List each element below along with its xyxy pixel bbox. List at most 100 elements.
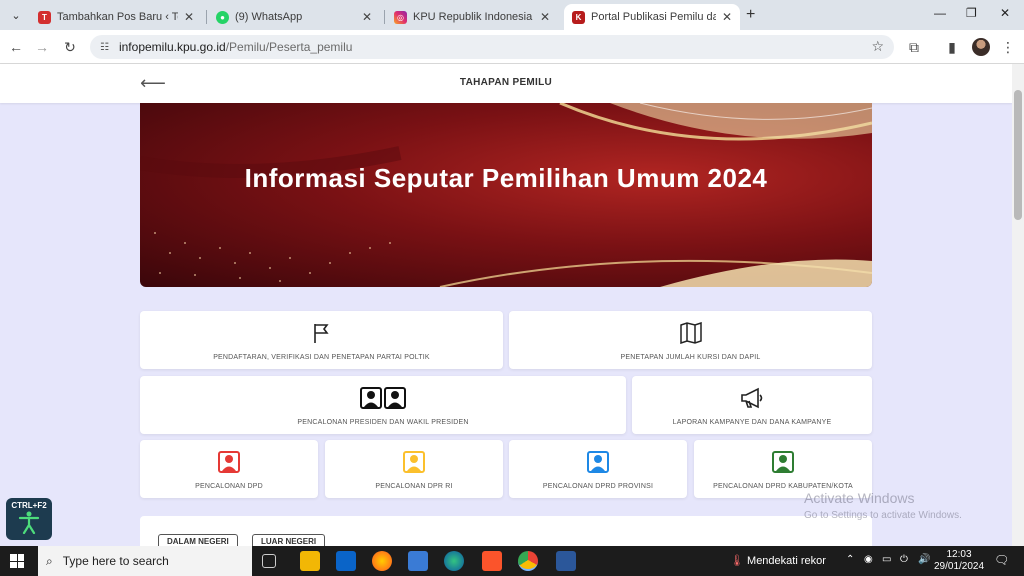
watermark-subtitle: Go to Settings to activate Windows.: [804, 510, 962, 521]
arrow-right-icon: →: [35, 39, 49, 55]
card-label: PENDAFTARAN, VERIFIKASI DAN PENETAPAN PA…: [213, 354, 430, 361]
tab-divider: [206, 10, 207, 24]
banner-title: Informasi Seputar Pemilihan Umum 2024: [244, 163, 768, 193]
new-tab-button[interactable]: +: [746, 6, 755, 24]
browser-tab[interactable]: T Tambahkan Pos Baru ‹ Teropong ✕: [30, 4, 202, 30]
accessibility-shortcut: CTRL+F2: [11, 501, 47, 510]
notifications-icon[interactable]: 🗨: [994, 553, 1009, 567]
card-pencalonan-dpd[interactable]: PENCALONAN DPD: [140, 440, 318, 498]
profile-avatar[interactable]: [972, 38, 990, 56]
firefox-icon[interactable]: [372, 551, 392, 571]
network-icon[interactable]: ◉: [864, 554, 873, 565]
card-pencalonan-dpr-ri[interactable]: PENCALONAN DPR RI: [325, 440, 503, 498]
card-presiden-wapres[interactable]: PENCALONAN PRESIDEN DAN WAKIL PRESIDEN: [140, 376, 626, 434]
card-label: PENCALONAN DPD: [195, 483, 263, 490]
card-label: PENCALONAN DPR RI: [375, 483, 453, 490]
battery-icon[interactable]: ▭: [882, 554, 891, 565]
browser-tab[interactable]: ● (9) WhatsApp ✕: [208, 4, 380, 30]
tab-label: (9) WhatsApp: [235, 11, 303, 23]
chrome-icon[interactable]: [518, 551, 538, 571]
minimize-button[interactable]: —: [934, 6, 946, 20]
bookmark-star-icon[interactable]: ☆: [871, 38, 884, 55]
accessibility-widget[interactable]: CTRL+F2: [6, 498, 52, 540]
restore-button[interactable]: ❐: [966, 6, 977, 20]
restore-icon: ❐: [966, 6, 977, 20]
plus-icon: +: [746, 6, 756, 23]
power-icon[interactable]: ⏻: [900, 554, 908, 565]
page-title: TAHAPAN PEMILU: [459, 77, 553, 88]
extensions-button[interactable]: ⧉: [904, 37, 924, 57]
card-pendaftaran-partai[interactable]: PENDAFTARAN, VERIFIKASI DAN PENETAPAN PA…: [140, 311, 503, 369]
card-label: PENCALONAN PRESIDEN DAN WAKIL PRESIDEN: [297, 419, 469, 426]
page-header: ⟵ TAHAPAN PEMILU: [0, 64, 1012, 103]
page-scrollbar[interactable]: [1012, 64, 1024, 546]
close-icon[interactable]: ✕: [362, 10, 372, 24]
weather-text: Mendekati rekor: [747, 555, 826, 567]
word-icon[interactable]: [556, 551, 576, 571]
address-bar[interactable]: ☷ infopemilu.kpu.go.id /Pemilu/Peserta_p…: [90, 35, 894, 59]
forward-button[interactable]: →: [32, 37, 52, 57]
card-label: PENETAPAN JUMLAH KURSI DAN DAPIL: [620, 354, 761, 361]
window-close-button[interactable]: ✕: [1000, 6, 1010, 20]
search-icon: ⌕: [46, 553, 53, 568]
site-info-icon[interactable]: ☷: [100, 42, 109, 53]
side-panel-icon: ▮: [948, 38, 956, 55]
tab-strip: ⌄ T Tambahkan Pos Baru ‹ Teropong ✕ ● (9…: [0, 0, 1024, 30]
activate-windows-watermark: Activate Windows Go to Settings to activ…: [804, 490, 962, 521]
tab-label: Tambahkan Pos Baru ‹ Teropong: [57, 11, 178, 23]
megaphone-icon: [740, 386, 764, 410]
close-icon[interactable]: ✕: [722, 10, 732, 24]
person-card-icon: [218, 450, 240, 474]
map-icon: [679, 321, 703, 345]
tab-divider: [384, 10, 385, 24]
person-card-icon: [403, 450, 425, 474]
scrollbar-thumb[interactable]: [1014, 90, 1022, 220]
minimize-icon: —: [934, 6, 946, 20]
close-icon[interactable]: ✕: [184, 10, 194, 24]
file-explorer-icon[interactable]: [300, 551, 320, 571]
thermometer-icon: 🌡: [730, 555, 744, 567]
start-button[interactable]: [10, 554, 24, 568]
taskbar-search-placeholder: Type here to search: [62, 554, 169, 568]
two-person-icon: [360, 386, 406, 410]
back-button[interactable]: ←: [6, 37, 26, 57]
person-card-icon: [587, 450, 609, 474]
banner-decoration: [140, 103, 872, 287]
browser-tab[interactable]: ◎ KPU Republik Indonesia (@kpu_ ✕: [386, 4, 558, 30]
whatsapp-icon: ●: [216, 10, 229, 24]
puzzle-icon: ⧉: [909, 38, 919, 55]
store-icon[interactable]: [408, 551, 428, 571]
windows-taskbar: ⌕ Type here to search 🌡 Mendekati rekor …: [0, 546, 1024, 576]
card-label: LAPORAN KAMPANYE DAN DANA KAMPANYE: [672, 419, 832, 426]
volume-icon[interactable]: 🔊: [918, 554, 930, 565]
mail-icon[interactable]: [336, 551, 356, 571]
url-path: /Pemilu/Peserta_pemilu: [225, 40, 353, 54]
accessibility-person-icon: [18, 511, 40, 535]
card-laporan-kampanye[interactable]: LAPORAN KAMPANYE DAN DANA KAMPANYE: [632, 376, 872, 434]
edge-icon[interactable]: [444, 551, 464, 571]
hero-banner: Informasi Seputar Pemilihan Umum 2024: [140, 103, 872, 287]
tab-search-button[interactable]: ⌄: [6, 5, 26, 25]
card-label: PENCALONAN DPRD KABUPATEN/KOTA: [713, 483, 853, 490]
taskbar-clock[interactable]: 12:03 29/01/2024: [934, 549, 984, 573]
weather-widget[interactable]: 🌡 Mendekati rekor: [730, 554, 826, 567]
instagram-icon: ◎: [394, 10, 407, 24]
side-panel-button[interactable]: ▮: [942, 37, 962, 57]
brave-icon[interactable]: [482, 551, 502, 571]
taskbar-search[interactable]: ⌕ Type here to search: [38, 546, 252, 576]
more-vertical-icon: ⋮: [1001, 38, 1015, 55]
pen-icon: T: [38, 10, 51, 24]
flag-icon: [312, 321, 332, 345]
card-kursi-dapil[interactable]: PENETAPAN JUMLAH KURSI DAN DAPIL: [509, 311, 872, 369]
browser-menu-button[interactable]: ⋮: [998, 37, 1018, 57]
close-icon[interactable]: ✕: [540, 10, 550, 24]
reload-button[interactable]: ↻: [60, 37, 80, 57]
card-pencalonan-dprd-provinsi[interactable]: PENCALONAN DPRD PROVINSI: [509, 440, 687, 498]
task-view-icon[interactable]: [262, 554, 276, 568]
url-host: infopemilu.kpu.go.id: [118, 40, 226, 54]
clock-date: 29/01/2024: [934, 561, 985, 572]
card-label: PENCALONAN DPRD PROVINSI: [542, 483, 654, 490]
chevron-up-icon[interactable]: ⌃: [846, 554, 854, 565]
close-icon: ✕: [1000, 6, 1011, 20]
browser-tab-active[interactable]: K Portal Publikasi Pemilu dan Pem ✕: [564, 4, 740, 30]
